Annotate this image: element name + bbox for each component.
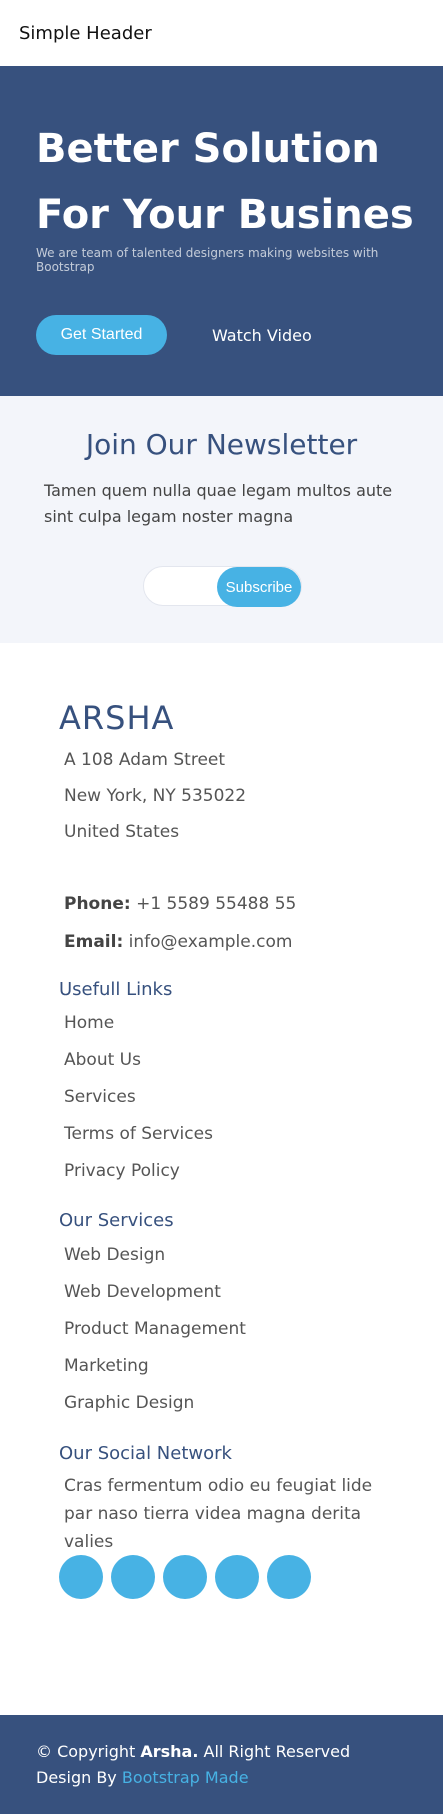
hero-lead: We are team of talented designers making… — [36, 246, 379, 274]
phone-label: Phone: — [64, 894, 131, 914]
hero-section: Better Solution For Your Busines We are … — [0, 66, 443, 396]
address-line: New York, NY 535022 — [64, 786, 247, 806]
address-line: United States — [64, 822, 180, 842]
footer-address: A 108 Adam Street New York, NY 535022 Un… — [64, 742, 246, 850]
subscribe-button[interactable]: Subscribe — [217, 567, 301, 607]
social-icon[interactable] — [215, 1555, 259, 1599]
design-prefix: Design By — [36, 1768, 122, 1787]
address-line: A 108 Adam Street — [64, 750, 226, 770]
social-icon[interactable] — [163, 1555, 207, 1599]
copyright-prefix: © Copyright — [36, 1742, 141, 1761]
footer-link-about[interactable]: About Us — [64, 1042, 213, 1079]
design-credit: Design By Bootstrap Made — [36, 1765, 407, 1791]
copyright-suffix: All Right Reserved — [198, 1742, 351, 1761]
copyright-brand: Arsha. — [140, 1742, 199, 1761]
service-link-marketing[interactable]: Marketing — [64, 1348, 246, 1385]
footer-brand: ARSHA — [59, 699, 175, 737]
footer: ARSHA A 108 Adam Street New York, NY 535… — [0, 643, 443, 1715]
phone-value: +1 5589 55488 55 — [136, 894, 297, 914]
social-icon[interactable] — [267, 1555, 311, 1599]
social-icons — [59, 1555, 311, 1599]
useful-links-list: Home About Us Services Terms of Services… — [64, 1005, 213, 1190]
watch-video-link[interactable]: Watch Video — [212, 315, 312, 355]
footer-link-services[interactable]: Services — [64, 1079, 213, 1116]
top-bar: Simple Header — [0, 0, 443, 66]
footer-link-terms[interactable]: Terms of Services — [64, 1116, 213, 1153]
phone-row: Phone: +1 5589 55488 55 — [64, 885, 296, 923]
social-text: Cras fermentum odio eu feugiat lide par … — [64, 1476, 373, 1552]
bootstrap-made-link[interactable]: Bootstrap Made — [122, 1768, 249, 1787]
services-title: Our Services — [59, 1210, 174, 1231]
newsletter-title: Join Our Newsletter — [85, 428, 358, 461]
hero-title: Better Solution For Your Busines — [36, 126, 414, 238]
email-row: Email: info@example.com — [64, 923, 296, 961]
useful-links-title: Usefull Links — [59, 979, 173, 1000]
copyright: © Copyright Arsha. All Right Reserved — [36, 1739, 407, 1765]
newsletter-section: Join Our Newsletter Tamen quem nulla qua… — [0, 396, 443, 643]
social-title: Our Social Network — [59, 1443, 232, 1464]
footer-contact: Phone: +1 5589 55488 55 Email: info@exam… — [64, 885, 296, 961]
service-link-graphic[interactable]: Graphic Design — [64, 1385, 246, 1422]
newsletter-form: Subscribe — [143, 566, 302, 607]
social-icon[interactable] — [59, 1555, 103, 1599]
header-title: Simple Header — [19, 22, 152, 44]
newsletter-text: Tamen quem nulla quae legam multos aute … — [44, 481, 393, 526]
footer-link-home[interactable]: Home — [64, 1005, 213, 1042]
service-link-web-design[interactable]: Web Design — [64, 1237, 246, 1274]
get-started-button[interactable]: Get Started — [36, 315, 167, 355]
service-link-product[interactable]: Product Management — [64, 1311, 246, 1348]
social-icon[interactable] — [111, 1555, 155, 1599]
bottom-bar: © Copyright Arsha. All Right Reserved De… — [0, 1715, 443, 1814]
email-label: Email: — [64, 932, 124, 952]
service-link-web-dev[interactable]: Web Development — [64, 1274, 246, 1311]
email-value: info@example.com — [128, 932, 293, 952]
newsletter-email-input[interactable] — [154, 575, 214, 597]
services-list: Web Design Web Development Product Manag… — [64, 1237, 246, 1422]
footer-link-privacy[interactable]: Privacy Policy — [64, 1153, 213, 1190]
